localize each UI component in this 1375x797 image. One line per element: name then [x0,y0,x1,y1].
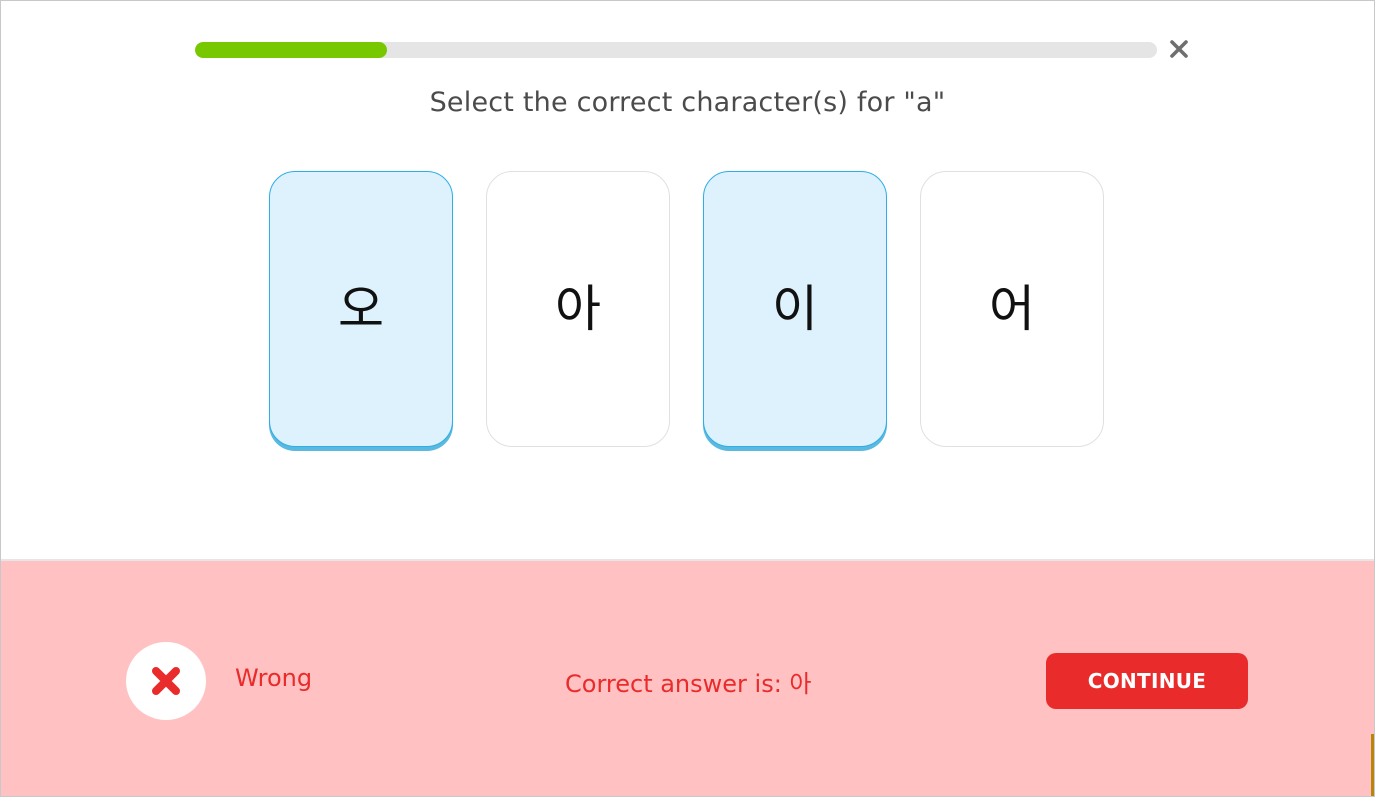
choice-glyph: 아 [555,280,601,338]
continue-button[interactable]: CONTINUE [1046,653,1248,709]
background-edge [1371,734,1374,796]
x-icon [152,667,180,695]
choice-glyph: 이 [772,280,818,338]
close-icon [1170,40,1188,58]
challenge-area: Select the correct character(s) for "a" … [1,1,1374,559]
choice-card-2[interactable]: 아 [486,171,670,447]
choice-card-3[interactable]: 이 [703,171,887,447]
result-label: Wrong [235,664,313,692]
result-badge [126,642,206,720]
choice-card-4[interactable]: 어 [920,171,1104,447]
lesson-window: Select the correct character(s) for "a" … [0,0,1375,797]
close-button[interactable] [1167,37,1191,61]
question-prompt: Select the correct character(s) for "a" [429,87,946,118]
choice-card-1[interactable]: 오 [269,171,453,447]
feedback-panel: Wrong Correct answer is: 아 CONTINUE [1,561,1374,796]
choice-grid: 오 아 이 어 [269,171,1109,453]
choice-glyph: 어 [989,280,1035,338]
choice-glyph: 오 [338,280,384,338]
correct-answer-text: Correct answer is: 아 [565,670,812,698]
progress-bar [195,42,1157,58]
progress-fill [195,42,388,58]
